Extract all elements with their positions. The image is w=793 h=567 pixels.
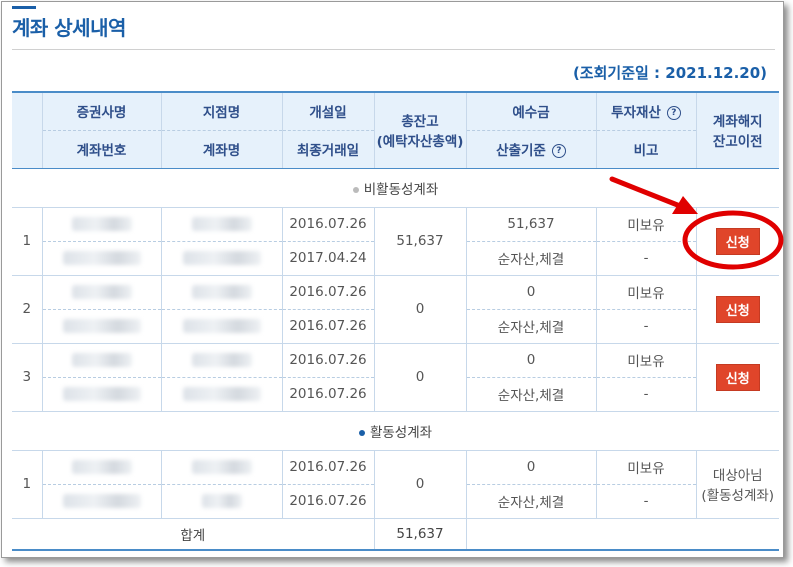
table-row: 3 2016.07.26 0 0 미보유 신청 [12, 343, 779, 412]
remark-value: - [595, 484, 696, 518]
row-number: 3 [12, 343, 42, 412]
remark-value: - [595, 241, 696, 276]
apply-button[interactable]: 신청 [715, 295, 760, 323]
last-trade-date: 2016.07.26 [281, 309, 374, 344]
open-date: 2016.07.26 [281, 450, 374, 485]
table-row: 1 2016.07.26 0 0 미보유 대상아님 (활동성계좌) [12, 450, 779, 518]
total-row: 합계 51,637 [12, 517, 779, 551]
title-accent-bar [12, 6, 36, 9]
deposit-value: 0 [465, 275, 596, 310]
table-row: 1 2016.07.26 51,637 51,637 미보유 신청 [12, 207, 779, 276]
account-no-redacted [41, 309, 161, 344]
total-balance: 0 [373, 275, 466, 344]
investment-help-icon[interactable]: ? [666, 106, 681, 121]
calc-basis-label: 산출기준 [496, 143, 546, 159]
action-cell: 신청 [695, 275, 779, 344]
last-trade-date: 2016.07.26 [281, 377, 374, 412]
investment-status: 미보유 [595, 343, 696, 378]
calc-basis-help-icon[interactable]: ? [551, 144, 566, 158]
active-section-label: 활동성계좌 [369, 424, 433, 441]
investment-status: 미보유 [595, 275, 696, 310]
col-header-calc-basis: 산출기준? [465, 130, 596, 169]
col-header-investment: 투자재산? [595, 92, 696, 131]
investment-status: 미보유 [595, 450, 696, 485]
row-number: 1 [12, 207, 42, 276]
last-trade-date: 2016.07.26 [281, 484, 374, 518]
account-no-redacted [41, 484, 161, 518]
inactive-section-label: 비활동성계좌 [363, 181, 439, 198]
calc-basis-value: 순자산,체결 [465, 309, 596, 344]
col-header-no [12, 92, 42, 169]
col-header-total-balance: 총잔고 (예탁자산총액) [373, 92, 466, 169]
firm-name-redacted [41, 343, 161, 378]
action-cell: 신청 [695, 343, 779, 412]
firm-name-redacted [41, 207, 161, 242]
action-cell: 대상아님 (활동성계좌) [695, 450, 779, 518]
title-divider [12, 49, 775, 50]
total-balance: 0 [373, 450, 466, 518]
not-applicable-label: 대상아님 [712, 468, 763, 484]
investment-status: 미보유 [595, 207, 696, 242]
account-no-redacted [41, 377, 161, 412]
total-empty [465, 517, 779, 551]
apply-button[interactable]: 신청 [715, 227, 760, 255]
branch-name-redacted [160, 450, 282, 485]
branch-name-redacted [160, 275, 282, 310]
col-header-open-date: 개설일 [281, 92, 374, 131]
row-number: 1 [22, 476, 32, 492]
calc-basis-value: 순자산,체결 [465, 377, 596, 412]
col-header-account-no: 계좌번호 [41, 130, 161, 169]
firm-name-redacted [41, 450, 161, 485]
account-name-redacted [160, 484, 282, 518]
blue-bullet-icon [358, 429, 365, 436]
account-name-redacted [160, 377, 282, 412]
last-trade-date: 2017.04.24 [281, 241, 374, 276]
deposit-value: 0 [465, 343, 596, 378]
col-header-remarks: 비고 [595, 130, 696, 169]
investment-label: 투자재산 [611, 105, 661, 122]
branch-name-redacted [160, 343, 282, 378]
col-header-last-trade: 최종거래일 [281, 130, 374, 169]
account-detail-table: 증권사명 지점명 개설일 총잔고 (예탁자산총액) 예수금 투자재산? 계좌해지… [12, 91, 779, 551]
action-cell: 신청 [695, 207, 779, 276]
open-date: 2016.07.26 [281, 275, 374, 310]
grey-bullet-icon [352, 186, 359, 193]
firm-name-redacted [41, 275, 161, 310]
branch-name-redacted [160, 207, 282, 242]
col-header-branch: 지점명 [160, 92, 282, 131]
inactive-section-header: 비활동성계좌 [12, 168, 779, 207]
col-header-termination: 계좌해지 잔고이전 [695, 92, 779, 169]
account-name-redacted [160, 309, 282, 344]
row-number: 2 [12, 275, 42, 344]
total-balance: 51,637 [373, 207, 466, 276]
total-label: 합계 [12, 517, 374, 551]
total-balance-label: 총잔고 [401, 114, 439, 131]
termination-label: 계좌해지 [712, 114, 763, 131]
total-balance-sublabel: (예탁자산총액) [376, 134, 464, 151]
account-name-redacted [160, 241, 282, 276]
col-header-deposit: 예수금 [465, 92, 596, 131]
col-header-firm: 증권사명 [41, 92, 161, 131]
calc-basis-value: 순자산,체결 [465, 241, 596, 276]
account-no-redacted [41, 241, 161, 276]
active-section-header: 활동성계좌 [12, 411, 779, 450]
deposit-value: 0 [465, 450, 596, 485]
calc-basis-value: 순자산,체결 [465, 484, 596, 518]
col-header-account-name: 계좌명 [160, 130, 282, 169]
balance-transfer-label: 잔고이전 [712, 134, 763, 151]
total-value: 51,637 [373, 517, 466, 551]
active-account-note: (활동성계좌) [701, 488, 775, 504]
open-date: 2016.07.26 [281, 207, 374, 242]
page-title: 계좌 상세내역 [12, 16, 126, 40]
remark-value: - [595, 377, 696, 412]
inquiry-date: (조회기준일 : 2021.12.20) [572, 64, 767, 82]
remark-value: - [595, 309, 696, 344]
apply-button[interactable]: 신청 [715, 363, 760, 391]
table-row: 2 2016.07.26 0 0 미보유 신청 [12, 275, 779, 344]
total-balance: 0 [373, 343, 466, 412]
deposit-value: 51,637 [465, 207, 596, 242]
open-date: 2016.07.26 [281, 343, 374, 378]
page-frame: 계좌 상세내역 (조회기준일 : 2021.12.20) 증권사명 지점명 개설… [1, 1, 784, 558]
